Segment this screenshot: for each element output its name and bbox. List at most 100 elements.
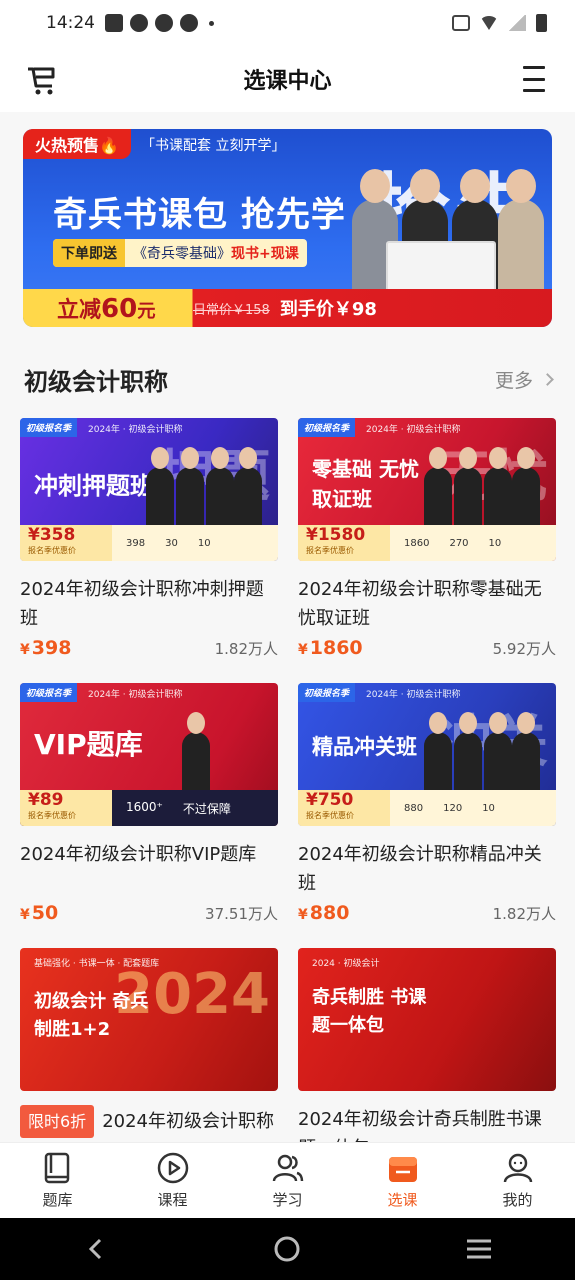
back-button[interactable] bbox=[76, 1229, 116, 1269]
teacher-photos bbox=[420, 445, 540, 525]
book-icon bbox=[44, 1152, 69, 1184]
course-thumbnail: 2024 · 初级会计 奇兵制胜 书课题一体包 bbox=[298, 948, 556, 1091]
wifi-icon bbox=[480, 16, 498, 30]
section-header: 初级会计职称 更多 bbox=[24, 362, 554, 397]
page-title: 选课中心 bbox=[243, 69, 332, 94]
banner-headline: 奇兵书课包 抢先学 bbox=[53, 195, 346, 235]
shop-icon bbox=[388, 1157, 417, 1182]
enroll-count: 1.82万人 bbox=[492, 905, 556, 923]
course-thumbnail: 基础强化 · 书课一体 · 配套题库 2024 初级会计 奇兵制胜1+2 bbox=[20, 948, 278, 1091]
play-icon bbox=[157, 1152, 188, 1184]
course-title: 2024年初级会计奇兵制胜书课题一体包 bbox=[298, 1109, 542, 1142]
app-header: 选课中心 bbox=[0, 46, 575, 112]
system-nav-bar bbox=[0, 1218, 575, 1280]
course-thumbnail: 初级报名季 2024年 · 初级会计职称 无忧 零基础 无忧取证班 ¥1580报… bbox=[298, 418, 556, 561]
notification-icon bbox=[180, 14, 198, 32]
course-price: ¥880 bbox=[298, 902, 350, 924]
thumb-title: 零基础 无忧取证班 bbox=[312, 457, 419, 511]
thumb-title: VIP题库 bbox=[34, 728, 143, 761]
tab-mine[interactable]: 我的 bbox=[460, 1143, 575, 1218]
course-card[interactable]: 2024 · 初级会计 奇兵制胜 书课题一体包 2024年初级会计奇兵制胜书课题… bbox=[298, 948, 556, 1142]
banner-tagline: 「书课配套 立刻开学」 bbox=[141, 138, 286, 154]
home-icon bbox=[274, 1236, 300, 1262]
thumb-badge: 初级报名季 bbox=[20, 683, 78, 702]
gift-label: 下单即送 bbox=[53, 239, 125, 267]
tab-study[interactable]: 学习 bbox=[230, 1143, 345, 1218]
users-icon bbox=[272, 1154, 303, 1182]
hot-presale-tag: 火热预售🔥 bbox=[23, 129, 131, 159]
course-thumbnail: 初级报名季 2024年 · 初级会计职称 押题 冲刺押题班 ¥358报名季优惠价… bbox=[20, 418, 278, 561]
enroll-count: 5.92万人 bbox=[492, 640, 556, 658]
notification-icon bbox=[105, 14, 123, 32]
thumb-badge: 初级报名季 bbox=[298, 418, 356, 437]
course-thumbnail: 初级报名季 2024年 · 初级会计职称 VIP题库 ¥89 报名季优惠价 160… bbox=[20, 683, 278, 826]
course-price: ¥50 bbox=[20, 902, 59, 924]
menu-icon[interactable] bbox=[523, 66, 545, 92]
tab-courses[interactable]: 课程 bbox=[115, 1143, 230, 1218]
thumb-title: 初级会计 奇兵制胜1+2 bbox=[34, 991, 149, 1040]
notification-icon bbox=[155, 14, 173, 32]
profile-icon bbox=[503, 1153, 532, 1183]
thumb-price-strip: ¥750 报名季优惠价 880 120 10 bbox=[298, 790, 556, 826]
status-time: 14:24 bbox=[46, 13, 95, 33]
course-card[interactable]: 初级报名季 2024年 · 初级会计职称 冲关 精品冲关班 ¥750报名季优惠价… bbox=[298, 683, 556, 924]
banner-price-strip: 立减60元 日常价￥158 到手价￥98 bbox=[23, 289, 552, 327]
gift-text: 《奇兵零基础》现书+现课 bbox=[133, 246, 299, 262]
course-title: 2024年初级会计职称精品冲关班 bbox=[298, 844, 542, 894]
course-price: ¥1860 bbox=[298, 637, 363, 659]
tab-label: 我的 bbox=[502, 1191, 533, 1209]
thumb-title: 精品冲关班 bbox=[312, 735, 417, 759]
teacher-photos bbox=[142, 710, 262, 790]
status-bar: 14:24 bbox=[0, 0, 575, 46]
more-notifications-icon bbox=[209, 20, 214, 26]
chevron-right-icon bbox=[541, 373, 554, 386]
original-price: 日常价￥158 bbox=[193, 302, 270, 318]
teacher-photos bbox=[142, 445, 262, 525]
home-button[interactable] bbox=[267, 1229, 307, 1269]
section-title: 初级会计职称 bbox=[24, 368, 168, 396]
thumb-subtitle: 2024年 · 初级会计职称 bbox=[88, 690, 183, 700]
thumb-price-strip: ¥358 报名季优惠价 398 30 10 bbox=[20, 525, 278, 561]
more-link[interactable]: 更多 bbox=[495, 366, 554, 393]
course-title: 2024年初级会计职称零基础无忧取证班 bbox=[298, 579, 542, 629]
banner-gift: 下单即送 《奇兵零基础》现书+现课 bbox=[53, 239, 307, 267]
thumb-title: 冲刺押题班 bbox=[34, 472, 154, 500]
recents-button[interactable] bbox=[459, 1229, 499, 1269]
course-price: ¥398 bbox=[20, 637, 72, 659]
thumb-price-strip: ¥1580 报名季优惠价 1860 270 10 bbox=[298, 525, 556, 561]
signal-icon bbox=[508, 15, 526, 31]
tab-label: 选课 bbox=[387, 1191, 418, 1209]
course-card[interactable]: 初级报名季 2024年 · 初级会计职称 押题 冲刺押题班 ¥358报名季优惠价… bbox=[20, 418, 278, 659]
battery-icon bbox=[536, 14, 547, 32]
course-card[interactable]: 初级报名季 2024年 · 初级会计职称 无忧 零基础 无忧取证班 ¥1580报… bbox=[298, 418, 556, 659]
course-title: 2024年初级会计职称VIP题库 bbox=[20, 844, 257, 865]
content-area[interactable]: 火热预售🔥 「书课配套 立刻开学」 抢先 奇兵书课包 抢先学 下单即送 《奇兵零… bbox=[0, 112, 575, 1142]
notification-icon bbox=[130, 14, 148, 32]
thumb-subtitle: 2024 · 初级会计 bbox=[312, 959, 380, 969]
course-card[interactable]: 初级报名季 2024年 · 初级会计职称 VIP题库 ¥89 报名季优惠价 160… bbox=[20, 683, 278, 924]
promo-banner[interactable]: 火热预售🔥 「书课配套 立刻开学」 抢先 奇兵书课包 抢先学 下单即送 《奇兵零… bbox=[23, 129, 552, 327]
tab-question-bank[interactable]: 题库 bbox=[0, 1143, 115, 1218]
tab-label: 学习 bbox=[272, 1191, 303, 1209]
thumb-badge: 初级报名季 bbox=[20, 418, 78, 437]
vibrate-icon bbox=[452, 15, 470, 31]
tab-select-course[interactable]: 选课 bbox=[345, 1143, 460, 1218]
discount-text: 立减60元 bbox=[57, 294, 156, 324]
cart-icon[interactable] bbox=[26, 64, 58, 96]
tab-label: 题库 bbox=[42, 1191, 73, 1209]
limited-discount-tag: 限时6折 bbox=[20, 1105, 95, 1138]
enroll-count: 1.82万人 bbox=[214, 640, 278, 658]
course-title: 限时6折2024年初级会计职称奇兵制胜1+2 bbox=[20, 1105, 278, 1142]
thumb-badge: 初级报名季 bbox=[298, 683, 356, 702]
enroll-count: 37.51万人 bbox=[205, 905, 278, 923]
final-price: 到手价￥98 bbox=[279, 299, 377, 320]
course-card[interactable]: 基础强化 · 书课一体 · 配套题库 2024 初级会计 奇兵制胜1+2 限时6… bbox=[20, 948, 278, 1142]
recents-icon bbox=[467, 1239, 492, 1259]
course-title: 2024年初级会计职称冲刺押题班 bbox=[20, 579, 264, 629]
tab-label: 课程 bbox=[157, 1191, 188, 1209]
back-icon bbox=[88, 1238, 101, 1260]
teacher-photos bbox=[420, 710, 540, 790]
thumb-title: 奇兵制胜 书课题一体包 bbox=[312, 987, 427, 1036]
thumb-price-strip: ¥89 报名季优惠价 1600⁺ 不过保障 bbox=[20, 790, 278, 826]
course-thumbnail: 初级报名季 2024年 · 初级会计职称 冲关 精品冲关班 ¥750报名季优惠价… bbox=[298, 683, 556, 826]
